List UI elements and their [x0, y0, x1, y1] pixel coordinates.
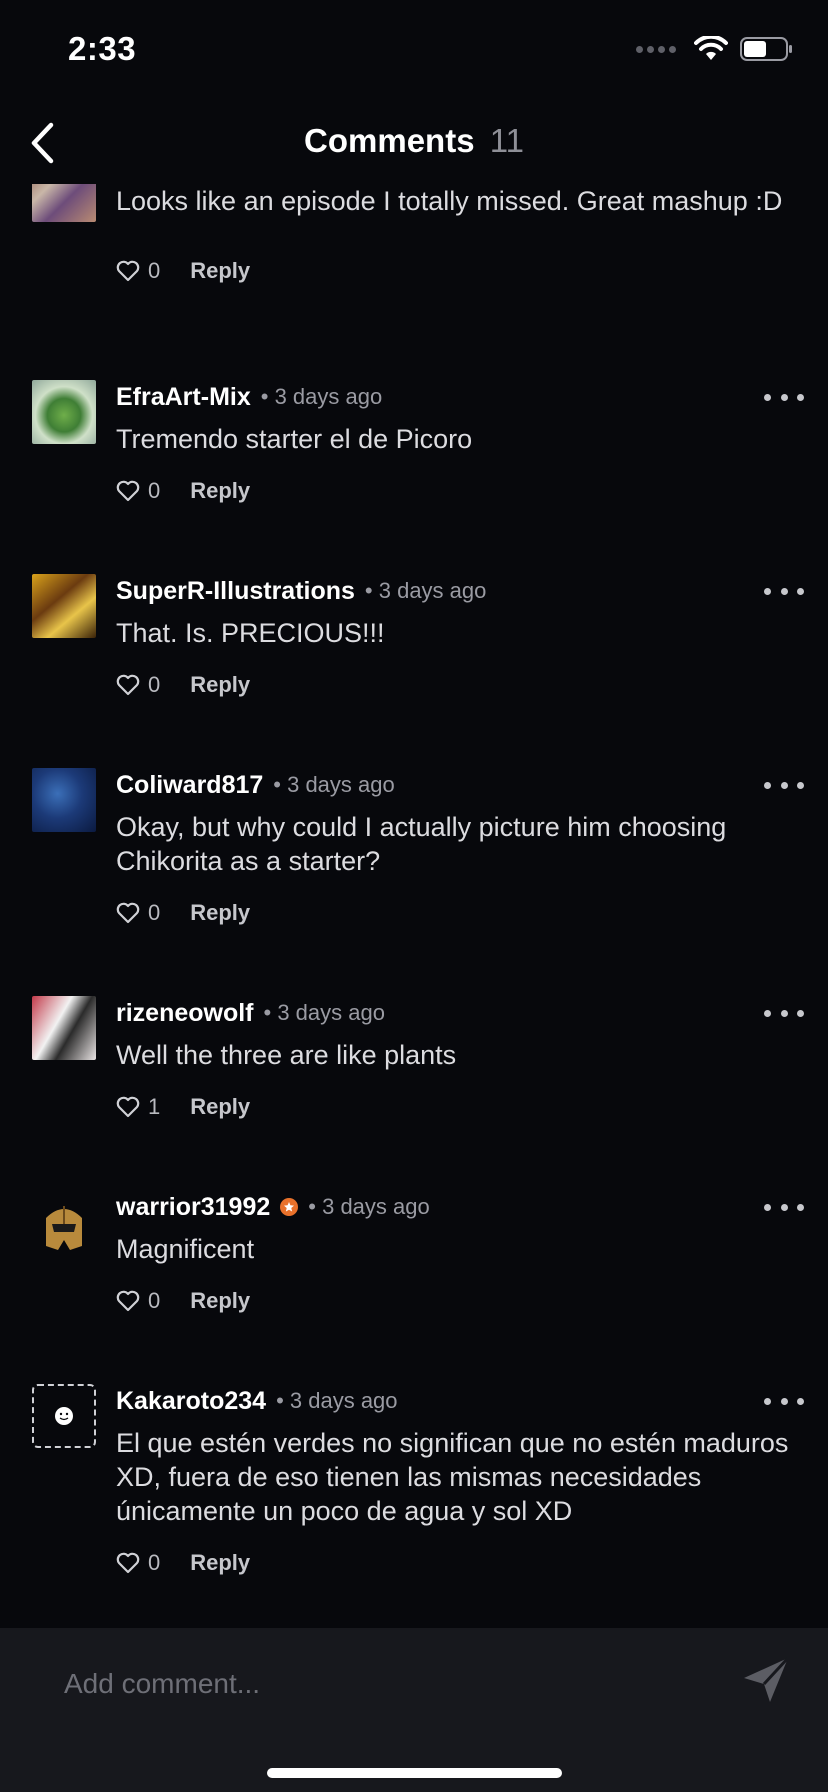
like-button[interactable]: 1 — [116, 1094, 160, 1120]
like-count: 0 — [148, 1550, 161, 1575]
more-options-button[interactable] — [764, 1386, 804, 1416]
avatar[interactable] — [32, 768, 96, 832]
timestamp: • 3 days ago — [260, 384, 383, 409]
like-button[interactable]: 0 — [116, 1288, 160, 1314]
reply-button[interactable]: Reply — [190, 1094, 250, 1120]
helmet-avatar-image — [46, 1206, 82, 1250]
comment-actions: 0 Reply — [116, 476, 250, 506]
reply-button[interactable]: Reply — [190, 900, 250, 926]
reply-button[interactable]: Reply — [190, 1550, 250, 1576]
status-time: 2:33 — [68, 30, 137, 67]
comment-body: That. Is. PRECIOUS!!! — [116, 618, 385, 648]
avatar[interactable] — [32, 380, 96, 444]
avatar[interactable] — [32, 1384, 96, 1448]
send-button[interactable] — [740, 1654, 792, 1706]
like-button[interactable]: 0 — [116, 900, 160, 926]
status-bar: 2:33 — [0, 0, 828, 100]
timestamp: • 3 days ago — [308, 1194, 430, 1219]
more-options-button[interactable] — [764, 382, 804, 412]
avatar[interactable] — [32, 574, 96, 638]
like-count: 0 — [148, 672, 161, 697]
like-button[interactable]: 0 — [116, 258, 160, 284]
avatar[interactable] — [32, 1194, 96, 1258]
author-name[interactable]: SuperR-Illustrations — [116, 577, 355, 606]
like-button[interactable]: 0 — [116, 1550, 160, 1576]
comment-body: Looks like an episode I totally missed. … — [116, 186, 783, 216]
author-name[interactable]: warrior31992 — [116, 1193, 270, 1222]
heart-icon — [116, 260, 140, 282]
header: Comments 11 — [0, 100, 828, 184]
more-options-button[interactable] — [764, 770, 804, 800]
comment-composer — [0, 1628, 828, 1792]
like-count: 0 — [148, 1288, 161, 1313]
author-line: Kakaroto234 • 3 days ago — [116, 1384, 398, 1418]
avatar[interactable] — [32, 184, 96, 222]
comment-input[interactable] — [64, 1662, 684, 1706]
heart-icon — [116, 480, 140, 502]
author-line: warrior31992 • 3 days ago — [116, 1190, 430, 1224]
battery-icon — [740, 37, 792, 61]
default-avatar-icon — [55, 1407, 73, 1425]
like-button[interactable]: 0 — [116, 478, 160, 504]
like-count: 1 — [148, 1094, 161, 1119]
reply-button[interactable]: Reply — [190, 478, 250, 504]
reply-button[interactable]: Reply — [190, 1288, 250, 1314]
like-button[interactable]: 0 — [116, 672, 160, 698]
author-line: SuperR-Illustrations • 3 days ago — [116, 574, 486, 608]
home-indicator — [267, 1768, 562, 1778]
like-count: 0 — [148, 478, 161, 503]
author-name[interactable]: Coliward817 — [116, 771, 263, 800]
comment-body: Tremendo starter el de Picoro — [116, 424, 473, 454]
reply-button[interactable]: Reply — [190, 672, 250, 698]
timestamp: • 3 days ago — [364, 578, 487, 603]
comment-actions: 0 Reply — [116, 898, 250, 928]
timestamp: • 3 days ago — [263, 1000, 385, 1025]
heart-icon — [116, 902, 140, 924]
star-badge-icon — [280, 1198, 299, 1216]
comment-actions: 0 Reply — [116, 1548, 250, 1578]
page-title-label: Comments — [304, 122, 475, 159]
more-options-button[interactable] — [764, 998, 804, 1028]
comment-body: El que estén verdes no significan que no… — [116, 1428, 789, 1526]
status-icons — [636, 36, 794, 62]
timestamp: • 3 days ago — [273, 772, 395, 797]
like-count: 0 — [148, 258, 161, 283]
more-options-button[interactable] — [764, 1192, 804, 1222]
comment-body: Magnificent — [116, 1234, 255, 1264]
send-icon — [744, 1656, 790, 1702]
like-count: 0 — [148, 900, 161, 925]
reply-button[interactable]: Reply — [190, 258, 250, 284]
comment-count: 11 — [489, 122, 524, 159]
heart-icon — [116, 1552, 140, 1574]
comment-body: Okay, but why could I actually picture h… — [116, 812, 727, 876]
author-name[interactable]: Kakaroto234 — [116, 1387, 266, 1416]
avatar[interactable] — [32, 996, 96, 1060]
comment-list[interactable]: Looks like an episode I totally missed. … — [0, 184, 828, 1628]
heart-icon — [116, 1096, 140, 1118]
author-name[interactable]: rizeneowolf — [116, 999, 254, 1028]
heart-icon — [116, 1290, 140, 1312]
author-name[interactable]: EfraArt-Mix — [116, 383, 251, 412]
signal-icon — [636, 45, 676, 53]
comment-actions: 1 Reply — [116, 1092, 250, 1122]
timestamp: • 3 days ago — [276, 1388, 398, 1413]
author-line: rizeneowolf • 3 days ago — [116, 996, 385, 1030]
comment-actions: 0 Reply — [116, 256, 250, 286]
author-line: Coliward817 • 3 days ago — [116, 768, 395, 802]
wifi-icon — [694, 36, 728, 60]
comment-actions: 0 Reply — [116, 670, 250, 700]
author-line: EfraArt-Mix • 3 days ago — [116, 380, 382, 414]
comment-body: Well the three are like plants — [116, 1040, 457, 1070]
page-title: Comments 11 — [0, 122, 828, 160]
heart-icon — [116, 674, 140, 696]
more-options-button[interactable] — [764, 576, 804, 606]
comment-actions: 0 Reply — [116, 1286, 250, 1316]
